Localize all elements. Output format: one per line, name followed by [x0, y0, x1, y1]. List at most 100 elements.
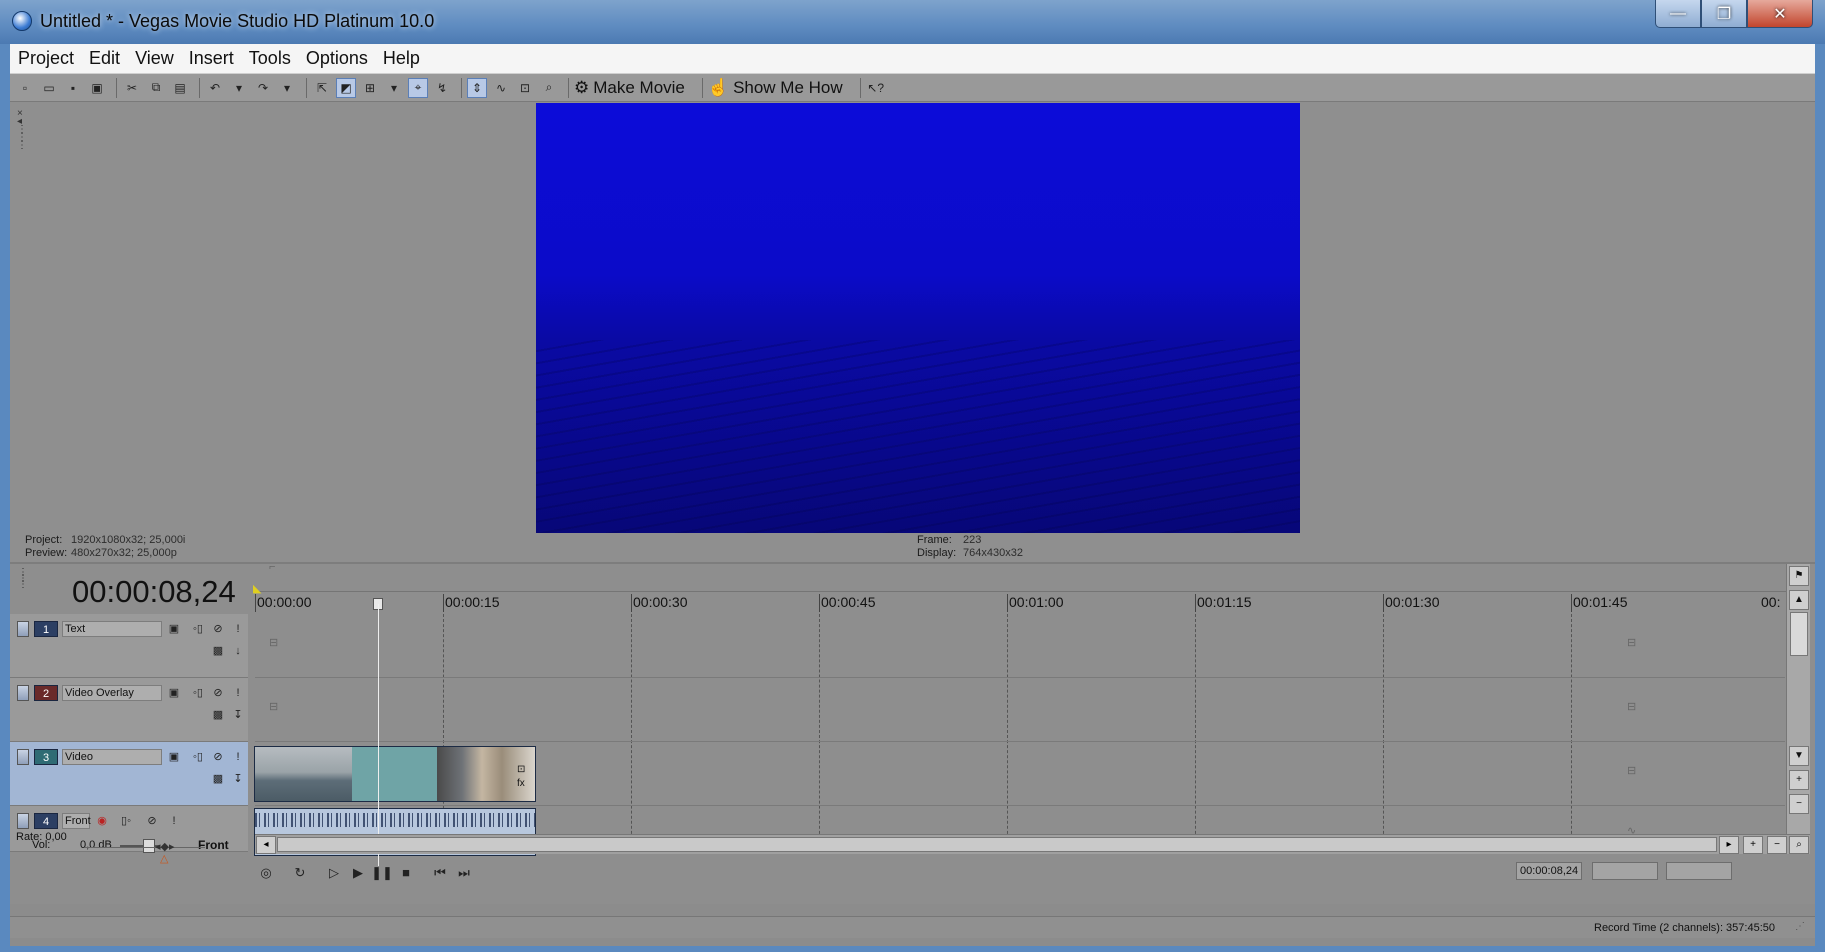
video-event-clip[interactable]: ⊡ fx — [254, 746, 536, 802]
ignore-grouping-icon[interactable]: ⊡ — [515, 78, 535, 98]
zoom-tool-icon[interactable]: ⌕ — [1789, 836, 1809, 854]
new-icon[interactable]: ▫ — [15, 78, 35, 98]
timeline-horizontal-scrollbar[interactable]: ◂ ▸ + − ⌕ — [255, 834, 1810, 854]
time-display[interactable]: 00:00:08,24 — [72, 574, 236, 610]
pause-icon[interactable]: ❚❚ — [371, 862, 393, 884]
auto-crossfade-icon[interactable]: ∿ — [491, 78, 511, 98]
track-lane-video-overlay[interactable]: ⊟ ⊟ — [255, 678, 1785, 742]
solo-icon[interactable]: ! — [230, 749, 246, 765]
arm-record-icon[interactable]: ◉ — [94, 813, 110, 829]
track-header-audio-front[interactable]: 4 Front ◉ ▯◦ ⊘ ! Vol: 0,0 dB Front — [10, 806, 248, 853]
tool-dropdown-icon[interactable]: ▾ — [384, 78, 404, 98]
horizontal-scroll-thumb[interactable] — [277, 837, 1717, 852]
resize-grip-icon[interactable]: ⋰ — [1795, 921, 1809, 935]
open-icon[interactable]: ▭ — [39, 78, 59, 98]
normal-edit-tool-icon[interactable]: ⇱ — [312, 78, 332, 98]
zoom-in-vertical-icon[interactable]: + — [1789, 770, 1809, 790]
time-ruler[interactable]: ⌐ ◣ 00:00:00 00:00:15 00:00:30 00:00:45 … — [253, 561, 1795, 614]
snapping-icon[interactable]: ⌖ — [408, 77, 428, 98]
menu-project[interactable]: Project — [18, 48, 74, 69]
cut-icon[interactable]: ✂ — [122, 78, 142, 98]
track-minimize-icon[interactable] — [17, 685, 29, 701]
track-minimize-icon[interactable] — [17, 749, 29, 765]
track-minimize-icon[interactable] — [17, 621, 29, 637]
mute-icon[interactable]: ⊘ — [210, 621, 226, 637]
redo-icon[interactable]: ↷ — [253, 78, 273, 98]
show-me-how-button[interactable]: ☝ Show Me How — [708, 78, 843, 98]
scroll-up-icon[interactable]: ▲ — [1789, 590, 1809, 610]
expand-track-icon[interactable]: ↓ — [230, 643, 246, 659]
marker-bar[interactable] — [255, 564, 1795, 592]
playhead-cursor[interactable] — [378, 604, 379, 866]
auto-ripple-icon[interactable]: ↯ — [432, 78, 452, 98]
go-to-start-icon[interactable]: ⏮ — [429, 862, 451, 884]
redo-dropdown-icon[interactable]: ▾ — [277, 78, 297, 98]
stop-icon[interactable]: ■ — [395, 862, 417, 884]
solo-icon[interactable]: ! — [230, 621, 246, 637]
dock-handle-icon[interactable]: × ◂ ⋮ ⋮ ⋮ — [17, 109, 27, 170]
menu-edit[interactable]: Edit — [89, 48, 120, 69]
zoom-in-horizontal-icon[interactable]: + — [1743, 836, 1763, 854]
track-lane-video[interactable]: ⊟ ⊟ ⊡fx — [254, 742, 1785, 806]
go-to-end-icon[interactable]: ⏭ — [453, 862, 475, 884]
menu-tools[interactable]: Tools — [249, 48, 291, 69]
cursor-position-field[interactable]: 00:00:08,24 — [1516, 862, 1582, 880]
scroll-left-icon[interactable]: ◂ — [256, 836, 276, 854]
mute-icon[interactable]: ⊘ — [210, 685, 226, 701]
selection-tool-icon[interactable]: ⊞ — [360, 78, 380, 98]
close-button[interactable]: ✕ — [1747, 0, 1813, 28]
copy-icon[interactable]: ⧉ — [146, 78, 166, 98]
paste-icon[interactable]: ▤ — [170, 78, 190, 98]
play-from-start-icon[interactable]: ▷ — [323, 862, 345, 884]
track-minimize-icon[interactable] — [17, 813, 29, 829]
compositing-mode-icon[interactable]: ▣ — [166, 685, 182, 701]
compositing-mode-icon[interactable]: ▣ — [166, 621, 182, 637]
track-name[interactable]: Front — [62, 813, 91, 829]
scroll-right-icon[interactable]: ▸ — [1719, 836, 1739, 854]
rate-slider[interactable] — [85, 847, 205, 848]
track-fx-icon[interactable]: ▩ — [210, 643, 226, 659]
track-motion-icon[interactable]: ◦▯ — [190, 685, 206, 701]
record-icon[interactable]: ◎ — [255, 862, 277, 884]
scroll-down-icon[interactable]: ▼ — [1789, 746, 1809, 766]
track-lane-text[interactable]: ⊟ ⊟ — [255, 614, 1785, 678]
zoom-out-vertical-icon[interactable]: − — [1789, 794, 1809, 814]
track-header-video-overlay[interactable]: 2 Video Overlay ▣ ◦▯ ⊘ ! ▩ ↧ — [10, 678, 248, 742]
expand-track-icon[interactable]: ↧ — [230, 707, 246, 723]
minimize-button[interactable]: — — [1655, 0, 1701, 28]
track-fx-icon[interactable]: ▩ — [210, 771, 226, 787]
menu-insert[interactable]: Insert — [189, 48, 234, 69]
make-movie-button[interactable]: ⚙ Make Movie — [574, 78, 685, 98]
whats-this-help-icon[interactable]: ↖? — [866, 78, 886, 98]
selection-length-field[interactable] — [1666, 862, 1732, 880]
in-point-icon[interactable]: ⌐ — [269, 561, 275, 573]
undo-dropdown-icon[interactable]: ▾ — [229, 78, 249, 98]
track-fx-icon[interactable]: ▯◦ — [118, 813, 134, 829]
mute-icon[interactable]: ⊘ — [144, 813, 160, 829]
event-pan-crop-icon[interactable]: ⊡ fx — [517, 763, 531, 791]
mute-icon[interactable]: ⊘ — [210, 749, 226, 765]
timeline-dock-handle-icon[interactable]: ⋮ ⋮ ⋮ — [18, 568, 28, 600]
track-motion-icon[interactable]: ◦▯ — [190, 621, 206, 637]
properties-icon[interactable]: ▣ — [87, 78, 107, 98]
loop-playback-icon[interactable]: ↻ — [289, 862, 311, 884]
track-header-video[interactable]: 3 Video ▣ ◦▯ ⊘ ! ▩ ↧ — [10, 742, 248, 806]
track-header-text[interactable]: 1 Text ▣ ◦▯ ⊘ ! ▩ ↓ — [10, 614, 248, 678]
selection-start-field[interactable] — [1592, 862, 1658, 880]
track-name[interactable]: Video Overlay — [62, 685, 162, 701]
save-icon[interactable]: ▪ — [63, 78, 83, 98]
play-icon[interactable]: ▶ — [347, 862, 369, 884]
menu-help[interactable]: Help — [383, 48, 420, 69]
zoom-icon[interactable]: ⌕ — [539, 78, 559, 98]
menu-view[interactable]: View — [135, 48, 174, 69]
expand-track-icon[interactable]: ↧ — [230, 771, 246, 787]
solo-icon[interactable]: ! — [166, 813, 182, 829]
maximize-button[interactable]: ❐ — [1701, 0, 1747, 28]
track-name[interactable]: Video — [62, 749, 162, 765]
solo-icon[interactable]: ! — [230, 685, 246, 701]
volume-slider-knob[interactable] — [143, 839, 155, 853]
undo-icon[interactable]: ↶ — [205, 78, 225, 98]
compositing-mode-icon[interactable]: ▣ — [166, 749, 182, 765]
vertical-scroll-thumb[interactable] — [1790, 612, 1808, 656]
zoom-out-horizontal-icon[interactable]: − — [1767, 836, 1787, 854]
